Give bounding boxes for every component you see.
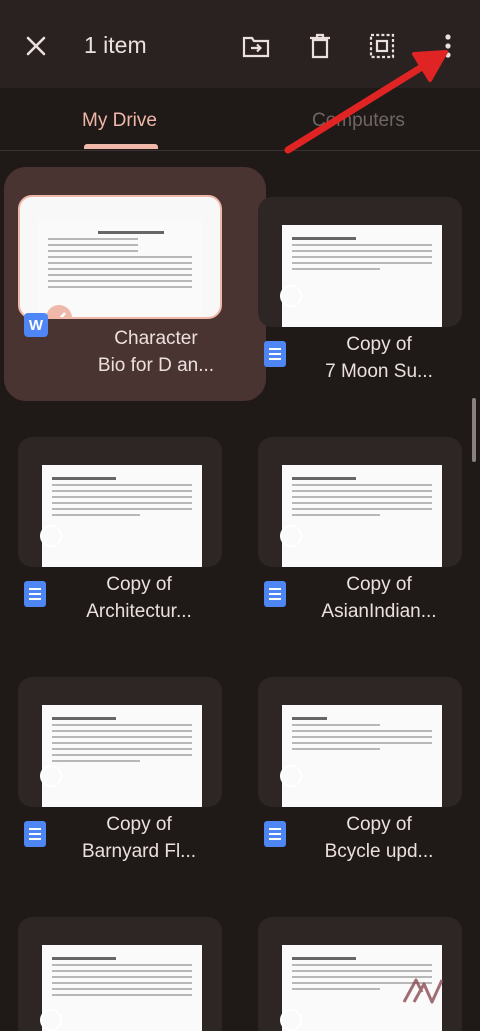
document-preview <box>282 705 442 807</box>
file-card[interactable]: Copy of Barnyard Fl... <box>4 651 226 871</box>
watermark-logo <box>402 978 444 1004</box>
document-preview <box>282 465 442 567</box>
file-card[interactable]: Copy of AsianIndian... <box>244 411 466 631</box>
select-radio[interactable] <box>40 1009 62 1031</box>
file-card[interactable]: Copy of 7 Moon Su... <box>244 171 466 391</box>
select-radio[interactable] <box>280 765 302 787</box>
file-thumbnail <box>18 437 222 567</box>
file-thumbnail <box>258 437 462 567</box>
file-name: Copy of Bcycle upd... <box>324 814 434 862</box>
select-radio[interactable] <box>280 1009 302 1031</box>
document-preview <box>42 465 202 567</box>
select-radio[interactable] <box>280 525 302 547</box>
word-file-icon: W <box>24 313 48 337</box>
file-card[interactable] <box>4 891 226 1031</box>
file-thumbnail <box>18 917 222 1031</box>
document-preview <box>282 225 442 327</box>
file-name: Copy of AsianIndian... <box>321 574 437 622</box>
google-docs-icon <box>24 581 46 607</box>
file-name: Copy of 7 Moon Su... <box>325 334 433 382</box>
file-thumbnail <box>258 677 462 807</box>
file-card[interactable] <box>244 891 466 1031</box>
document-preview <box>42 945 202 1031</box>
file-name: Copy of Barnyard Fl... <box>81 814 197 862</box>
select-radio[interactable] <box>280 285 302 307</box>
scrollbar[interactable] <box>472 398 476 462</box>
file-thumbnail <box>18 195 222 319</box>
file-name: Character Bio for D an... <box>97 328 215 376</box>
select-radio[interactable] <box>40 765 62 787</box>
annotation-arrow <box>284 50 448 154</box>
file-card[interactable]: W Character Bio for D an... <box>4 167 266 401</box>
file-card[interactable]: Copy of Architectur... <box>4 411 226 631</box>
google-docs-icon <box>264 581 286 607</box>
file-card[interactable]: Copy of Bcycle upd... <box>244 651 466 871</box>
google-docs-icon <box>264 821 286 847</box>
file-thumbnail <box>258 197 462 327</box>
file-thumbnail <box>258 917 462 1031</box>
google-docs-icon <box>264 341 286 367</box>
google-docs-icon <box>24 821 46 847</box>
file-thumbnail <box>18 677 222 807</box>
file-name: Copy of Architectur... <box>86 574 192 622</box>
select-radio[interactable] <box>40 525 62 547</box>
document-preview <box>38 219 202 317</box>
document-preview <box>42 705 202 807</box>
